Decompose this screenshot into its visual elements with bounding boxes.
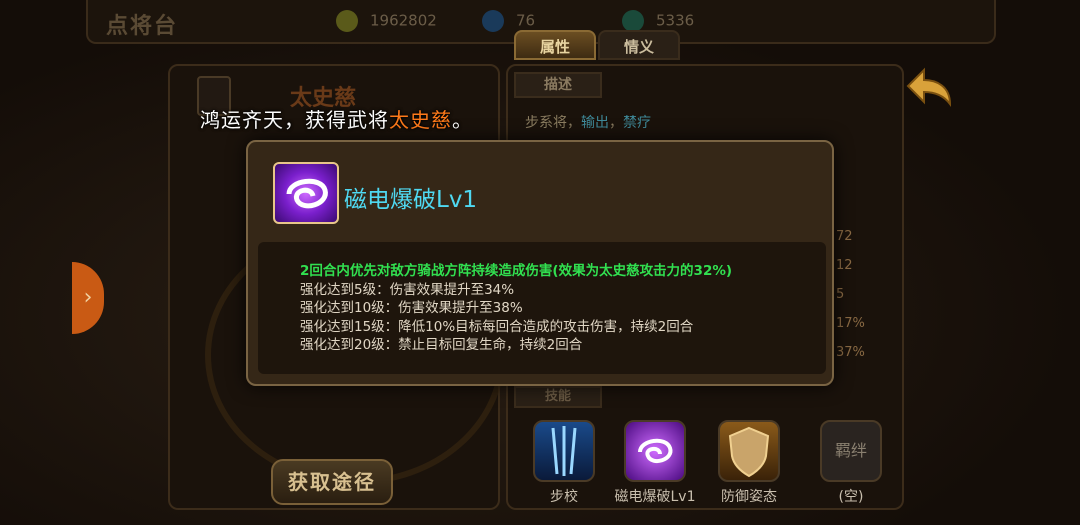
stat-value: 5 xyxy=(836,287,845,302)
gold-icon xyxy=(336,10,358,32)
skill-effect-box: 2回合内优先对敌方骑战方阵持续造成伤害(效果为太史慈攻击力的32%) 强化达到5… xyxy=(258,242,826,374)
skill-name: 磁电爆破Lv1 xyxy=(344,187,478,213)
skill-label: 磁电爆破Lv1 xyxy=(614,489,696,505)
skill-upgrade-line: 强化达到10级：伤害效果提升至38% xyxy=(300,300,523,316)
reward-notice: 鸿运齐天，获得武将太史慈。 xyxy=(200,108,473,132)
vortex-icon[interactable] xyxy=(624,420,686,482)
gem-icon xyxy=(482,10,504,32)
skill-label: (空) xyxy=(838,489,864,505)
stat-value: 37% xyxy=(836,345,865,360)
sword-rain-icon[interactable] xyxy=(533,420,595,482)
skill-upgrade-line: 强化达到15级：降低10%目标每回合造成的攻击伤害，持续2回合 xyxy=(300,318,694,335)
skill-tooltip: 磁电爆破Lv1 2回合内优先对敌方骑战方阵持续造成伤害(效果为太史慈攻击力的32… xyxy=(246,140,834,386)
obtain-route-button[interactable]: 获取途径 xyxy=(271,459,393,505)
vortex-icon xyxy=(273,162,339,224)
skill-label: 防御姿态 xyxy=(721,489,777,505)
shield-icon[interactable] xyxy=(718,420,780,482)
stat-value: 17% xyxy=(836,316,865,331)
description-tab: 描述 xyxy=(514,72,602,98)
gem-counter: 76 xyxy=(482,10,535,32)
skills-tab: 技能 xyxy=(514,386,602,408)
bond-empty-icon[interactable]: 羁绊 xyxy=(820,420,882,482)
tab-attributes[interactable]: 属性 xyxy=(514,30,596,60)
skill-upgrade-line: 强化达到5级：伤害效果提升至34% xyxy=(300,281,515,298)
stat-value: 12 xyxy=(836,258,853,273)
food-icon xyxy=(622,10,644,32)
skill-label: 步校 xyxy=(550,489,578,505)
page-title: 点将台 xyxy=(106,14,179,39)
description-text: 步系将，输出，禁疗 xyxy=(525,115,651,131)
food-counter: 5336 xyxy=(622,10,694,32)
skill-main-effect: 2回合内优先对敌方骑战方阵持续造成伤害(效果为太史慈攻击力的32%) xyxy=(300,263,733,279)
stat-value: 72 xyxy=(836,229,853,244)
skill-upgrade-line: 强化达到20级：禁止目标回复生命，持续2回合 xyxy=(300,337,583,353)
gold-counter: 1962802 xyxy=(336,10,437,32)
tab-bonds[interactable]: 情义 xyxy=(598,30,680,60)
back-arrow-icon[interactable] xyxy=(906,66,954,110)
